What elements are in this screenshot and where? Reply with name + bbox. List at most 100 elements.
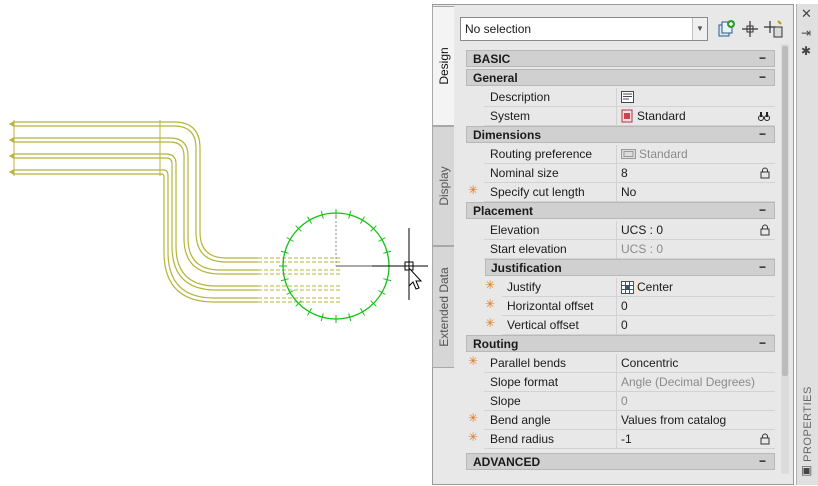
row-value-cell[interactable]: Standard (616, 107, 776, 125)
row-label: Bend angle (490, 413, 551, 427)
drawing-canvas[interactable] (0, 0, 432, 486)
description-editor-icon[interactable] (621, 91, 634, 103)
row-value-cell[interactable]: Center (616, 278, 776, 296)
collapse-icon[interactable]: − (759, 454, 766, 468)
row-vertical-offset[interactable]: ✳ Vertical offset 0 (466, 316, 775, 335)
section-advanced[interactable]: ADVANCED − (466, 453, 775, 470)
row-label: Parallel bends (490, 356, 567, 370)
row-start-elevation[interactable]: Start elevation UCS : 0 (466, 240, 775, 259)
row-elevation[interactable]: Elevation UCS : 0 (466, 221, 775, 240)
row-label: Elevation (490, 223, 540, 237)
section-placement[interactable]: Placement − (466, 202, 775, 219)
row-value-cell[interactable]: UCS : 0 (616, 240, 776, 258)
row-value-cell[interactable]: Standard (616, 145, 776, 163)
chevron-down-icon[interactable]: ▼ (692, 18, 707, 40)
vertical-scrollbar[interactable] (781, 44, 789, 474)
row-label: Slope (490, 394, 521, 408)
palette-icon[interactable]: ▣ (801, 463, 812, 477)
close-icon[interactable]: ✕ (801, 6, 812, 22)
row-value: 8 (621, 166, 628, 180)
tab-extended-data-label: Extended Data (436, 267, 451, 347)
lock-icon[interactable] (760, 224, 770, 236)
row-value-cell[interactable]: Concentric (616, 354, 776, 372)
row-value-cell[interactable]: 0 (616, 316, 776, 334)
collapse-icon[interactable]: − (759, 70, 766, 84)
row-value-cell[interactable]: -1 (616, 430, 776, 448)
row-label: Slope format (490, 375, 559, 389)
crosshair-cursor (372, 228, 428, 300)
collapse-icon[interactable]: − (759, 260, 766, 274)
section-advanced-title: ADVANCED (473, 455, 541, 469)
lock-icon[interactable] (760, 433, 770, 445)
row-value-cell[interactable]: 0 (616, 392, 776, 410)
section-basic-title: BASIC (473, 52, 511, 66)
row-value: Standard (639, 147, 688, 161)
row-horizontal-offset[interactable]: ✳ Horizontal offset 0 (466, 297, 775, 316)
row-label: Specify cut length (490, 185, 585, 199)
row-label: System (490, 109, 531, 123)
asterisk-icon: ✳ (468, 411, 479, 425)
toggle-pickadd-icon[interactable] (764, 19, 784, 39)
quick-select-icon[interactable] (740, 19, 760, 39)
row-value: 0 (621, 394, 628, 408)
row-parallel-bends[interactable]: ✳ Parallel bends Concentric (466, 354, 775, 373)
row-slope-format[interactable]: Slope format Angle (Decimal Degrees) (466, 373, 775, 392)
row-value: Concentric (621, 356, 679, 370)
tab-design[interactable]: Design (432, 6, 454, 126)
row-value-cell[interactable]: Angle (Decimal Degrees) (616, 373, 776, 391)
asterisk-icon: ✳ (468, 183, 479, 197)
select-objects-icon[interactable] (716, 19, 736, 39)
row-label: Justify (507, 280, 542, 294)
row-slope[interactable]: Slope 0 (466, 392, 775, 411)
settings-icon[interactable]: ✱ (801, 44, 811, 58)
palette-title: PROPERTIES (802, 386, 814, 462)
row-routing-preference[interactable]: Routing preference Standard (466, 145, 775, 164)
row-bend-radius[interactable]: ✳ Bend radius -1 (466, 430, 775, 449)
row-value-cell[interactable]: No (616, 183, 776, 201)
row-label: Bend radius (490, 432, 555, 446)
tab-extended-data[interactable]: Extended Data (432, 246, 454, 368)
collapse-icon[interactable]: − (759, 51, 766, 65)
section-justification-title: Justification (491, 261, 562, 275)
section-routing[interactable]: Routing − (466, 335, 775, 352)
row-value: Center (637, 280, 674, 294)
row-nominal-size[interactable]: Nominal size 8 (466, 164, 775, 183)
selection-dropdown[interactable]: No selection ▼ (460, 17, 708, 41)
auto-hide-icon[interactable]: ⇥ (801, 26, 811, 40)
collapse-icon[interactable]: − (759, 203, 766, 217)
section-routing-title: Routing (473, 337, 519, 351)
row-label: Horizontal offset (507, 299, 594, 313)
selection-value: No selection (465, 22, 532, 36)
row-value-cell[interactable]: UCS : 0 (616, 221, 776, 239)
tab-design-label: Design (436, 47, 451, 85)
collapse-icon[interactable]: − (759, 127, 766, 141)
section-dimensions-title: Dimensions (473, 128, 542, 142)
section-justification[interactable]: Justification − (485, 259, 775, 276)
row-bend-angle[interactable]: ✳ Bend angle Values from catalog (466, 411, 775, 430)
row-value: 0 (621, 318, 628, 332)
row-value: UCS : 0 (621, 242, 664, 256)
scrollbar-thumb[interactable] (782, 46, 788, 376)
row-value-cell[interactable]: Values from catalog (616, 411, 776, 429)
row-value-cell[interactable]: 8 (616, 164, 776, 182)
row-justify[interactable]: ✳ Justify Center (466, 278, 775, 297)
asterisk-icon: ✳ (468, 354, 479, 368)
palette-titlebar[interactable]: ✕ ⇥ ✱ PROPERTIES ▣ (796, 4, 818, 485)
section-placement-title: Placement (473, 204, 534, 218)
lock-icon[interactable] (760, 167, 770, 179)
section-dimensions[interactable]: Dimensions − (466, 126, 775, 143)
section-basic[interactable]: BASIC − (466, 50, 775, 67)
row-specify-cut-length[interactable]: ✳ Specify cut length No (466, 183, 775, 202)
collapse-icon[interactable]: − (759, 336, 766, 350)
binoculars-icon[interactable] (758, 110, 770, 122)
row-label: Start elevation (490, 242, 567, 256)
snap-tick (378, 237, 386, 242)
row-value-cell[interactable]: 0 (616, 297, 776, 315)
palette-tabs: Design Display Extended Data (432, 4, 454, 485)
tab-display[interactable]: Display (432, 126, 454, 246)
row-value: 0 (621, 299, 628, 313)
row-value-cell[interactable] (616, 88, 776, 106)
row-description[interactable]: Description (466, 88, 775, 107)
row-system[interactable]: System Standard (466, 107, 775, 126)
section-general[interactable]: General − (466, 69, 775, 86)
